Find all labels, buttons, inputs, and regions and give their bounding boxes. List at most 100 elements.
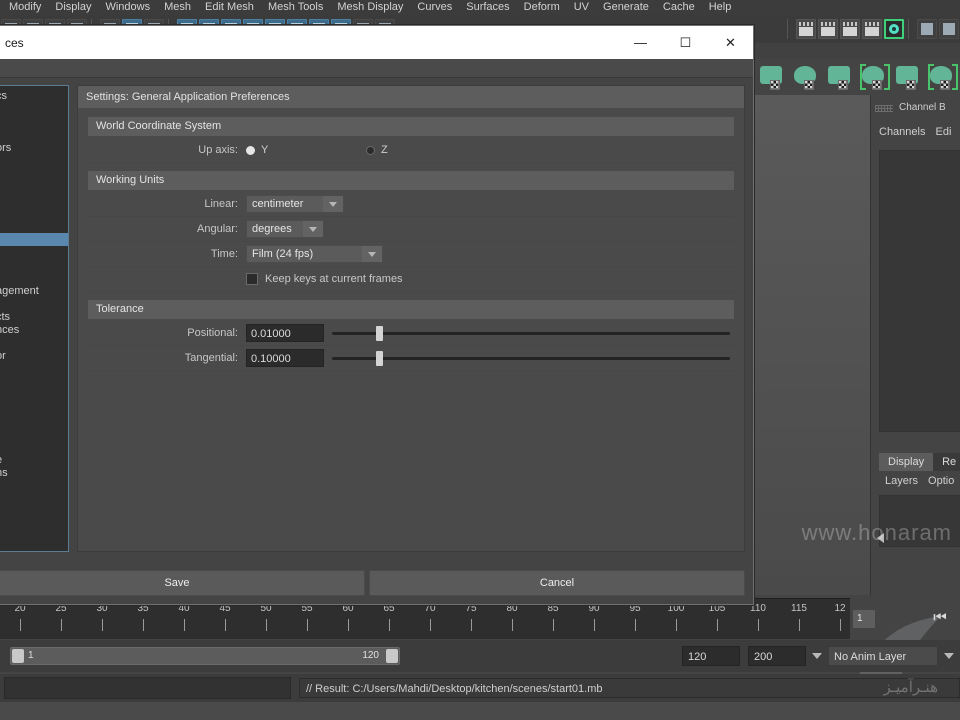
render-current-frame-icon[interactable] <box>818 19 838 39</box>
category-item-11[interactable] <box>0 233 68 246</box>
range-dropdown-icon[interactable] <box>812 653 822 659</box>
menu-item-deform[interactable]: Deform <box>517 0 567 15</box>
category-item-3[interactable] <box>0 129 68 142</box>
category-item-20[interactable]: or <box>0 350 68 363</box>
category-item-17[interactable]: cts <box>0 311 68 324</box>
menu-item-surfaces[interactable]: Surfaces <box>459 0 516 15</box>
playback-end-field[interactable]: 120 <box>682 646 740 666</box>
category-item-5[interactable] <box>0 155 68 168</box>
menu-item-windows[interactable]: Windows <box>98 0 157 15</box>
cancel-button[interactable]: Cancel <box>369 570 745 596</box>
keep-keys-checkbox[interactable] <box>246 273 258 285</box>
positional-slider-handle[interactable] <box>376 326 384 341</box>
render-settings-icon[interactable] <box>862 19 882 39</box>
close-icon[interactable]: ✕ <box>708 26 753 59</box>
save-button[interactable]: Save <box>0 570 365 596</box>
angular-select[interactable]: degrees <box>246 220 324 238</box>
polygon-cube-icon[interactable] <box>826 62 856 92</box>
menu-item-mesh-display[interactable]: Mesh Display <box>330 0 410 15</box>
linear-select[interactable]: centimeter <box>246 195 344 213</box>
tab-display[interactable]: Display <box>879 453 934 471</box>
anim-layer-select[interactable]: No Anim Layer <box>828 646 938 666</box>
tangential-input[interactable]: 0.10000 <box>246 349 324 367</box>
category-item-28[interactable]: e <box>0 454 68 467</box>
menu-item-uv[interactable]: UV <box>567 0 596 15</box>
category-item-13[interactable] <box>0 259 68 272</box>
category-item-10[interactable] <box>0 220 68 233</box>
range-end-handle[interactable] <box>386 649 398 663</box>
uv-editor-icon[interactable] <box>894 62 924 92</box>
category-item-1[interactable] <box>0 103 68 116</box>
polygon-plane-icon[interactable] <box>758 62 788 92</box>
preferences-dialog[interactable]: ces — ☐ ✕ cs ors agement ctsnces or ens Setti… <box>0 25 754 605</box>
category-item-19[interactable] <box>0 337 68 350</box>
channel-box-list[interactable] <box>879 150 960 432</box>
tangential-slider[interactable] <box>332 349 734 367</box>
category-item-4[interactable]: ors <box>0 142 68 155</box>
anim-layer-dropdown-icon[interactable] <box>944 653 954 659</box>
up-axis-option-z[interactable]: Z <box>366 144 388 156</box>
sidebar-toggle-icon[interactable] <box>939 19 959 39</box>
time-select[interactable]: Film (24 fps) <box>246 245 383 263</box>
layer-menu-options[interactable]: Optio <box>928 475 954 487</box>
playback-rewind-icon[interactable]: ⏮ <box>925 604 955 632</box>
category-item-23[interactable] <box>0 389 68 402</box>
layer-list[interactable] <box>879 495 960 547</box>
channel-box-menu-channels[interactable]: Channels <box>879 126 925 138</box>
radio-y-icon[interactable] <box>246 145 255 155</box>
dialog-title-bar[interactable]: ces — ☐ ✕ <box>0 26 753 59</box>
menu-item-edit-mesh[interactable]: Edit Mesh <box>198 0 261 15</box>
menu-item-cache[interactable]: Cache <box>656 0 702 15</box>
menu-item-modify[interactable]: Modify <box>2 0 48 15</box>
tangential-slider-handle[interactable] <box>376 351 384 366</box>
minimize-icon[interactable]: — <box>618 26 663 59</box>
menu-item-help[interactable]: Help <box>702 0 739 15</box>
time-chevron-down-icon[interactable] <box>362 246 382 262</box>
category-item-6[interactable] <box>0 168 68 181</box>
category-item-16[interactable] <box>0 298 68 311</box>
collapse-arrow-icon[interactable] <box>877 533 884 543</box>
category-item-12[interactable] <box>0 246 68 259</box>
category-item-24[interactable] <box>0 402 68 415</box>
command-input[interactable] <box>4 677 291 699</box>
category-item-25[interactable] <box>0 415 68 428</box>
category-item-27[interactable] <box>0 441 68 454</box>
render-view-icon[interactable] <box>796 19 816 39</box>
channel-box-menu-edit[interactable]: Edi <box>935 126 951 138</box>
positional-slider[interactable] <box>332 324 734 342</box>
menu-item-generate[interactable]: Generate <box>596 0 656 15</box>
maximize-icon[interactable]: ☐ <box>663 26 708 59</box>
category-item-14[interactable] <box>0 272 68 285</box>
layer-menu-layers[interactable]: Layers <box>885 475 918 487</box>
angular-chevron-down-icon[interactable] <box>303 221 323 237</box>
range-start-handle[interactable] <box>12 649 24 663</box>
category-item-15[interactable]: agement <box>0 285 68 298</box>
category-item-26[interactable] <box>0 428 68 441</box>
category-item-2[interactable] <box>0 116 68 129</box>
category-item-22[interactable] <box>0 376 68 389</box>
menu-item-curves[interactable]: Curves <box>410 0 459 15</box>
category-item-21[interactable] <box>0 363 68 376</box>
category-item-18[interactable]: nces <box>0 324 68 337</box>
menu-item-mesh[interactable]: Mesh <box>157 0 198 15</box>
tab-render[interactable]: Re <box>933 453 960 471</box>
polygon-disc-icon[interactable] <box>792 62 822 92</box>
category-item-9[interactable] <box>0 207 68 220</box>
linear-chevron-down-icon[interactable] <box>323 196 343 212</box>
category-item-7[interactable] <box>0 181 68 194</box>
uv-unfold-icon[interactable] <box>928 62 958 92</box>
menu-item-mesh-tools[interactable]: Mesh Tools <box>261 0 330 15</box>
menu-item-display[interactable]: Display <box>48 0 98 15</box>
text-cursor-icon[interactable] <box>917 19 937 39</box>
category-item-0[interactable]: cs <box>0 90 68 103</box>
polygon-pipe-icon[interactable] <box>860 62 890 92</box>
current-frame-field[interactable]: 1 <box>853 610 875 628</box>
panel-grip-icon[interactable] <box>875 105 893 112</box>
radio-z-icon[interactable] <box>366 145 375 155</box>
range-slider[interactable]: 1 120 <box>10 647 400 665</box>
up-axis-option-y[interactable]: Y <box>246 144 366 156</box>
hypershade-icon[interactable] <box>884 19 904 39</box>
positional-input[interactable]: 0.01000 <box>246 324 324 342</box>
category-list[interactable]: cs ors agement ctsnces or ens <box>0 85 69 552</box>
category-item-8[interactable] <box>0 194 68 207</box>
